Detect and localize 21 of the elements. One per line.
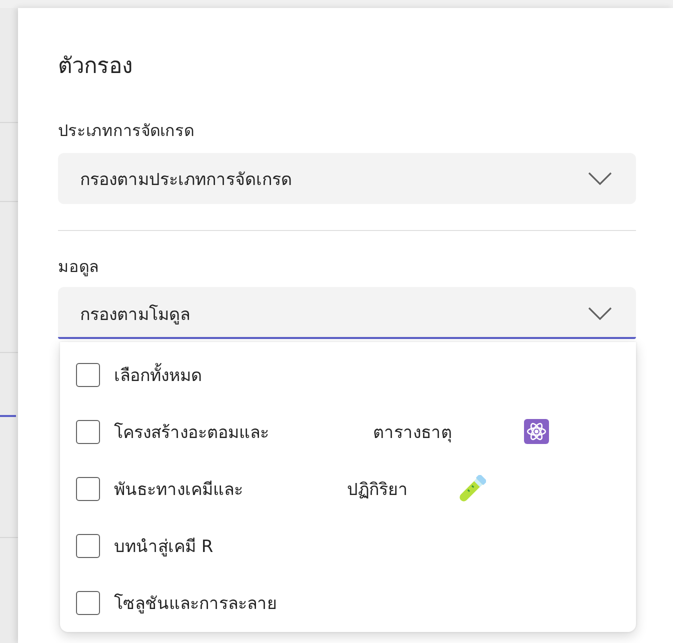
option-label[interactable]: พันธะทางเคมีและ <box>114 475 243 502</box>
checkbox[interactable] <box>76 420 100 444</box>
chevron-down-icon <box>588 172 612 185</box>
dropdown-field[interactable]: กรองตามประเภทการจัดเกรด <box>58 153 636 204</box>
field-label: มอดูล <box>58 256 100 278</box>
checkbox[interactable] <box>76 476 100 500</box>
chevron-down-icon <box>588 306 612 320</box>
dropdown-field[interactable]: กรองตามโมดูล <box>58 287 636 339</box>
option-label[interactable]: บทนำสู่เคมี R <box>114 532 214 559</box>
panel-title: ตัวกรอง <box>58 53 134 81</box>
option-label[interactable]: ตารางธาตุ <box>373 418 452 445</box>
test-tube-icon <box>458 474 486 502</box>
option-label[interactable]: โซลูชันและการละลาย <box>114 589 277 616</box>
field-label: ประเภทการจัดเกรด <box>58 120 195 142</box>
option-label[interactable]: เลือกทั้งหมด <box>114 361 202 388</box>
checkbox[interactable] <box>76 362 100 386</box>
option-label[interactable]: ปฏิกิริยา <box>347 475 408 502</box>
option-label[interactable]: โครงสร้างอะตอมและ <box>114 418 269 445</box>
checkbox[interactable] <box>76 590 100 614</box>
checkbox[interactable] <box>76 534 100 558</box>
atom-icon <box>524 419 549 444</box>
